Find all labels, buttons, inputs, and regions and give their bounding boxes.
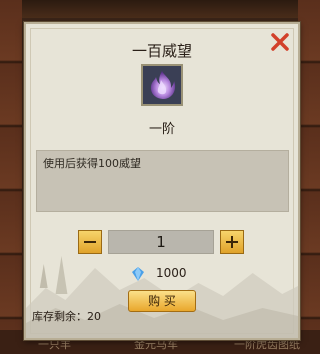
item-purchase-popup: 一百威望 一阶 使用后获得100威望 1 1000 购 买 库存剩余：20 bbox=[24, 22, 300, 340]
decrease-quantity-button[interactable] bbox=[78, 230, 102, 254]
background-left-frame bbox=[0, 0, 22, 354]
game-scene: 一只羊 金元马车 一阶虎齿图纸 一百威望 一阶 使用后获得100威望 1 100… bbox=[0, 0, 320, 354]
cost-row: 1000 bbox=[26, 266, 298, 282]
blue-gem-icon bbox=[132, 267, 144, 281]
close-button[interactable] bbox=[270, 32, 290, 52]
background-top-frame bbox=[0, 0, 320, 18]
stock-remaining: 库存剩余：20 bbox=[32, 310, 101, 323]
quantity-row: 1 bbox=[26, 230, 298, 254]
description-text: 使用后获得100威望 bbox=[43, 157, 141, 170]
background-right-frame bbox=[298, 0, 320, 354]
cost-value: 1000 bbox=[156, 266, 187, 280]
item-grade: 一阶 bbox=[148, 122, 175, 137]
buy-button[interactable]: 购 买 bbox=[128, 290, 196, 312]
increase-quantity-button[interactable] bbox=[220, 230, 244, 254]
description-box: 使用后获得100威望 bbox=[36, 150, 289, 212]
close-x-icon bbox=[271, 33, 289, 51]
quantity-input[interactable]: 1 bbox=[108, 230, 214, 254]
item-icon-frame bbox=[141, 64, 183, 106]
item-title: 一百威望 bbox=[131, 42, 192, 60]
purple-flame-icon bbox=[150, 71, 176, 99]
